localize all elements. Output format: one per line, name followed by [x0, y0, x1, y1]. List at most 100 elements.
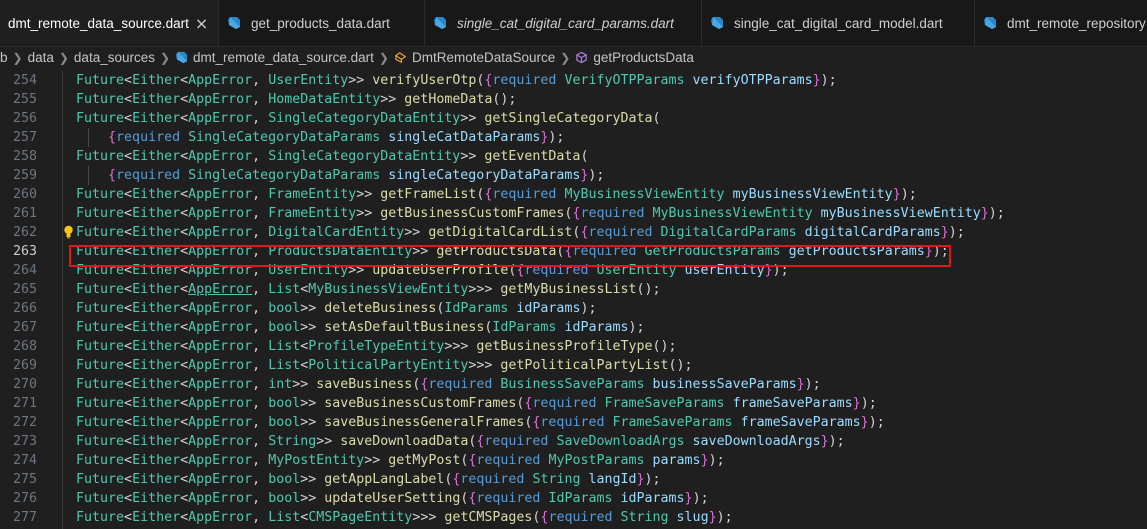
code-line[interactable]: 255 Future<Either<AppError, HomeDataEntit…	[0, 90, 1147, 109]
code-token: ,	[252, 358, 269, 373]
code-token: <	[180, 434, 189, 449]
code-line[interactable]: 256 Future<Either<AppError, SingleCategor…	[0, 109, 1147, 128]
code-line[interactable]: 254 Future<Either<AppError, UserEntity>> …	[0, 71, 1147, 90]
code-line[interactable]: 268 Future<Either<AppError, List<ProfileT…	[0, 337, 1147, 356]
code-token: BusinessSaveParams	[500, 377, 653, 392]
code-token: saveBusinessGeneralFrames	[324, 415, 525, 430]
code-line[interactable]: 261 Future<Either<AppError, FrameEntity>>…	[0, 204, 1147, 223]
method-symbol-icon	[576, 51, 588, 64]
tab-dmt-remote-data-source[interactable]: dmt_remote_data_source.dart ×	[0, 0, 219, 46]
code-token: MyBusinessViewEntity	[564, 187, 733, 202]
breadcrumb-item[interactable]: data	[28, 50, 54, 65]
code-token: ,	[252, 453, 269, 468]
code-line[interactable]: 269 Future<Either<AppError, List<Politica…	[0, 356, 1147, 375]
code-line[interactable]: 274 Future<Either<AppError, MyPostEntity>…	[0, 451, 1147, 470]
tab-single-cat-digital-card-model[interactable]: single_cat_digital_card_model.dart	[702, 0, 975, 46]
code-token: }	[892, 187, 901, 202]
code-line[interactable]: 273 Future<Either<AppError, String>> save…	[0, 432, 1147, 451]
code-line[interactable]: 270 Future<Either<AppError, int>> saveBus…	[0, 375, 1147, 394]
breadcrumb-item[interactable]: DmtRemoteDataSource	[412, 50, 555, 65]
code-token: Future	[76, 358, 125, 373]
code-token: required	[476, 453, 549, 468]
code-line[interactable]: 265 Future<Either<AppError, List<MyBusine…	[0, 280, 1147, 299]
code-token: getBusinessProfileType	[476, 339, 653, 354]
code-line[interactable]: 272 Future<Either<AppError, bool>> saveBu…	[0, 413, 1147, 432]
code-token: ,	[252, 282, 269, 297]
breadcrumb-item[interactable]: getProductsData	[593, 50, 694, 65]
code-token: bool	[268, 396, 301, 411]
code-token: deleteBusiness	[324, 301, 437, 316]
close-icon[interactable]: ×	[195, 14, 208, 33]
code-token: IdParams	[548, 491, 621, 506]
code-token: MyBusinessViewEntity	[308, 282, 469, 297]
code-token: saveBusinessCustomFrames	[324, 396, 517, 411]
code-line[interactable]: 267 Future<Either<AppError, bool>> setAsD…	[0, 318, 1147, 337]
code-token: getAppLangLabel	[324, 472, 445, 487]
code-token: <	[180, 92, 189, 107]
code-token: SingleCategoryDataEntity	[268, 111, 461, 126]
code-token: bool	[268, 415, 301, 430]
code-line[interactable]: 260 Future<Either<AppError, FrameEntity>>…	[0, 185, 1147, 204]
code-token: required	[492, 73, 565, 88]
breadcrumb-item[interactable]: dmt_remote_data_source.dart	[193, 50, 374, 65]
line-number: 259	[12, 168, 37, 183]
lightbulb-icon[interactable]	[63, 225, 74, 239]
code-token: >>>	[468, 358, 501, 373]
code-token: >>	[300, 320, 325, 335]
dart-file-icon	[711, 17, 723, 29]
tab-single-cat-digital-card-params[interactable]: single_cat_digital_card_params.dart	[425, 0, 702, 46]
code-token: AppError	[188, 320, 253, 335]
code-token: <	[124, 301, 133, 316]
code-line[interactable]: 276 Future<Either<AppError, bool>> update…	[0, 489, 1147, 508]
code-line[interactable]: 259 {required SingleCategoryDataParams s…	[0, 166, 1147, 185]
code-token: bool	[268, 472, 301, 487]
code-token: Future	[76, 415, 125, 430]
code-token: <	[180, 415, 189, 430]
code-token: <	[180, 510, 189, 525]
tab-dmt-remote-repository[interactable]: dmt_remote_repository	[975, 0, 1147, 46]
code-token: >>	[380, 92, 405, 107]
code-token: ,	[252, 206, 269, 221]
code-text: Future<Either<AppError, bool>> getAppLan…	[76, 470, 661, 489]
code-line[interactable]: 258 Future<Either<AppError, SingleCategor…	[0, 147, 1147, 166]
code-token: );	[828, 434, 845, 449]
code-line[interactable]: 277 Future<Either<AppError, List<CMSPageE…	[0, 508, 1147, 527]
class-symbol-icon	[394, 52, 407, 64]
code-line[interactable]: 275 Future<Either<AppError, bool>> getApp…	[0, 470, 1147, 489]
code-text: Future<Either<AppError, FrameEntity>> ge…	[76, 185, 917, 204]
code-token: AppError	[188, 149, 253, 164]
code-token: >>	[356, 187, 381, 202]
code-line[interactable]: 262 Future<Either<AppError, DigitalCardEn…	[0, 223, 1147, 242]
line-number: 256	[12, 111, 37, 126]
code-token: Future	[76, 282, 125, 297]
code-text: Future<Either<AppError, bool>> saveBusin…	[76, 413, 885, 432]
code-token: IdParams	[492, 320, 565, 335]
code-token: FrameSaveParams	[604, 396, 733, 411]
code-token: AppError	[188, 415, 253, 430]
code-token: AppError	[188, 339, 253, 354]
code-token: <	[180, 301, 189, 316]
dart-file-icon	[175, 51, 188, 64]
code-line[interactable]: 257 {required SingleCategoryDataParams s…	[0, 128, 1147, 147]
code-token: AppError	[188, 377, 253, 392]
code-token: Either	[132, 282, 181, 297]
tab-get-products-data[interactable]: get_products_data.dart	[219, 0, 425, 46]
code-token: <	[124, 206, 133, 221]
code-token: );	[948, 225, 965, 240]
code-line[interactable]: 271 Future<Either<AppError, bool>> saveBu…	[0, 394, 1147, 413]
code-token: Future	[76, 510, 125, 525]
code-token: getHomeData	[404, 92, 493, 107]
code-token: );	[628, 320, 645, 335]
code-token: ,	[252, 396, 269, 411]
breadcrumb-item[interactable]: data_sources	[74, 50, 155, 65]
code-line[interactable]: 266 Future<Either<AppError, bool>> delete…	[0, 299, 1147, 318]
code-token: Future	[76, 339, 125, 354]
code-editor[interactable]: 254 Future<Either<AppError, UserEntity>> …	[0, 71, 1147, 529]
breadcrumb-item[interactable]: b	[0, 50, 8, 65]
code-token: );	[900, 187, 917, 202]
code-token: Either	[132, 206, 181, 221]
tab-label: get_products_data.dart	[251, 15, 390, 31]
line-number: 276	[12, 491, 37, 506]
code-token: Future	[76, 377, 125, 392]
code-text: Future<Either<AppError, String>> saveDow…	[76, 432, 845, 451]
